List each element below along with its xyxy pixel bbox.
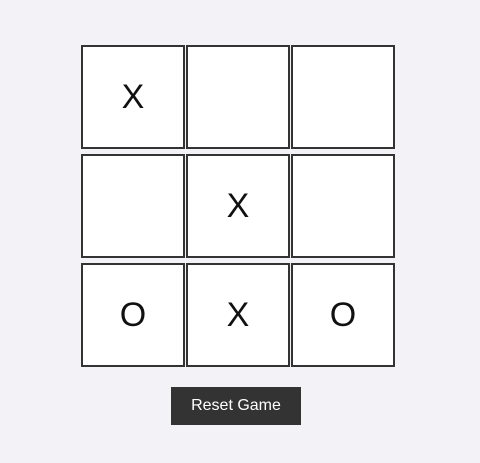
board-cell-1-2[interactable]	[186, 45, 290, 149]
board-cell-1-3[interactable]	[291, 45, 395, 149]
game-board: X X O X O	[81, 45, 395, 367]
board-cell-1-1[interactable]: X	[81, 45, 185, 149]
board-cell-3-1[interactable]: O	[81, 263, 185, 367]
board-cell-2-2[interactable]: X	[186, 154, 290, 258]
board-cell-3-3[interactable]: O	[291, 263, 395, 367]
board-cell-2-3[interactable]	[291, 154, 395, 258]
reset-game-button[interactable]: Reset Game	[171, 387, 301, 425]
board-cell-2-1[interactable]	[81, 154, 185, 258]
board-cell-3-2[interactable]: X	[186, 263, 290, 367]
